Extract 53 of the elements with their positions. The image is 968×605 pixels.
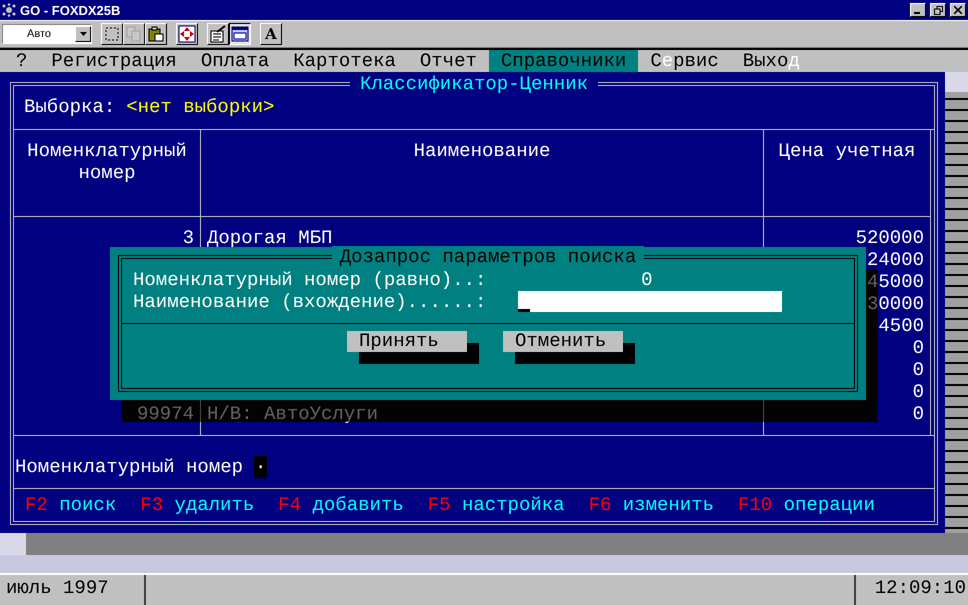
cancel-button[interactable]: Отменить (503, 331, 623, 352)
app-icon (2, 3, 16, 17)
function-key[interactable]: F6 изменить (588, 494, 714, 516)
window-title: GO - FOXDX25B (20, 2, 120, 18)
column-header: Номенклатурный номер (14, 130, 201, 217)
copy-icon (126, 26, 142, 42)
status-time: 12:09:10 (854, 575, 968, 605)
table-cell: 99974 (14, 403, 201, 425)
close-icon (954, 6, 962, 14)
table-cell: Н/В: АвтоУслуги (201, 403, 764, 425)
input-field[interactable] (518, 291, 782, 312)
menu-item[interactable]: Сервис (638, 50, 731, 72)
field-label: Номенклатурный номер (15, 456, 244, 478)
menu-item[interactable]: ? (4, 50, 40, 72)
function-key[interactable]: F3 удалить (140, 494, 254, 516)
menu-item[interactable]: Регистрация (39, 50, 189, 72)
mode-dropdown[interactable]: Авто (2, 24, 92, 44)
move-icon (178, 25, 196, 43)
field-value: 0 (640, 269, 652, 291)
clipboard-icon (148, 26, 164, 42)
menu-item[interactable]: Картотека (281, 50, 408, 72)
accept-button[interactable]: Принять (347, 331, 467, 352)
column-header: Цена учетная (764, 130, 931, 217)
field-label: Номенклатурный номер (равно)..: (133, 269, 486, 291)
menu-item[interactable]: Выход (730, 50, 812, 72)
menu-item[interactable]: Отчет (408, 50, 489, 72)
selection-label: Выборка: (24, 96, 116, 118)
table-cell: 0 (764, 403, 931, 425)
caret-icon (80, 32, 86, 36)
horizontal-scrollbar[interactable] (0, 533, 968, 555)
input-field[interactable]: · (254, 456, 268, 478)
close-button[interactable] (950, 3, 966, 17)
field-label: Наименование (вхождение)......: (133, 291, 486, 313)
minimize-button[interactable] (910, 3, 926, 17)
dialog-title: Дозапрос параметров поиска (332, 246, 644, 268)
menu-item[interactable]: Справочники (488, 50, 638, 72)
restore-icon (934, 6, 942, 14)
function-key[interactable]: F10 операции (738, 494, 875, 516)
restore-button[interactable] (930, 3, 946, 17)
status-date: июль 1997 (0, 575, 146, 605)
column-header: Наименование (201, 130, 764, 217)
selection-value: <нет выборки> (126, 96, 274, 118)
function-key[interactable]: F2 поиск (25, 494, 116, 516)
window-title: Классификатор-Ценник (350, 73, 598, 95)
window-icon (231, 26, 249, 42)
font-button[interactable]: A (260, 23, 282, 45)
vertical-scrollbar[interactable] (945, 72, 968, 533)
select-icon (104, 26, 120, 42)
function-key[interactable]: F4 добавить (278, 494, 404, 516)
function-key[interactable]: F5 настройка (428, 494, 565, 516)
menu-item[interactable]: Оплата (188, 50, 282, 72)
toolbar-button[interactable] (229, 23, 251, 45)
properties-icon (209, 25, 227, 43)
